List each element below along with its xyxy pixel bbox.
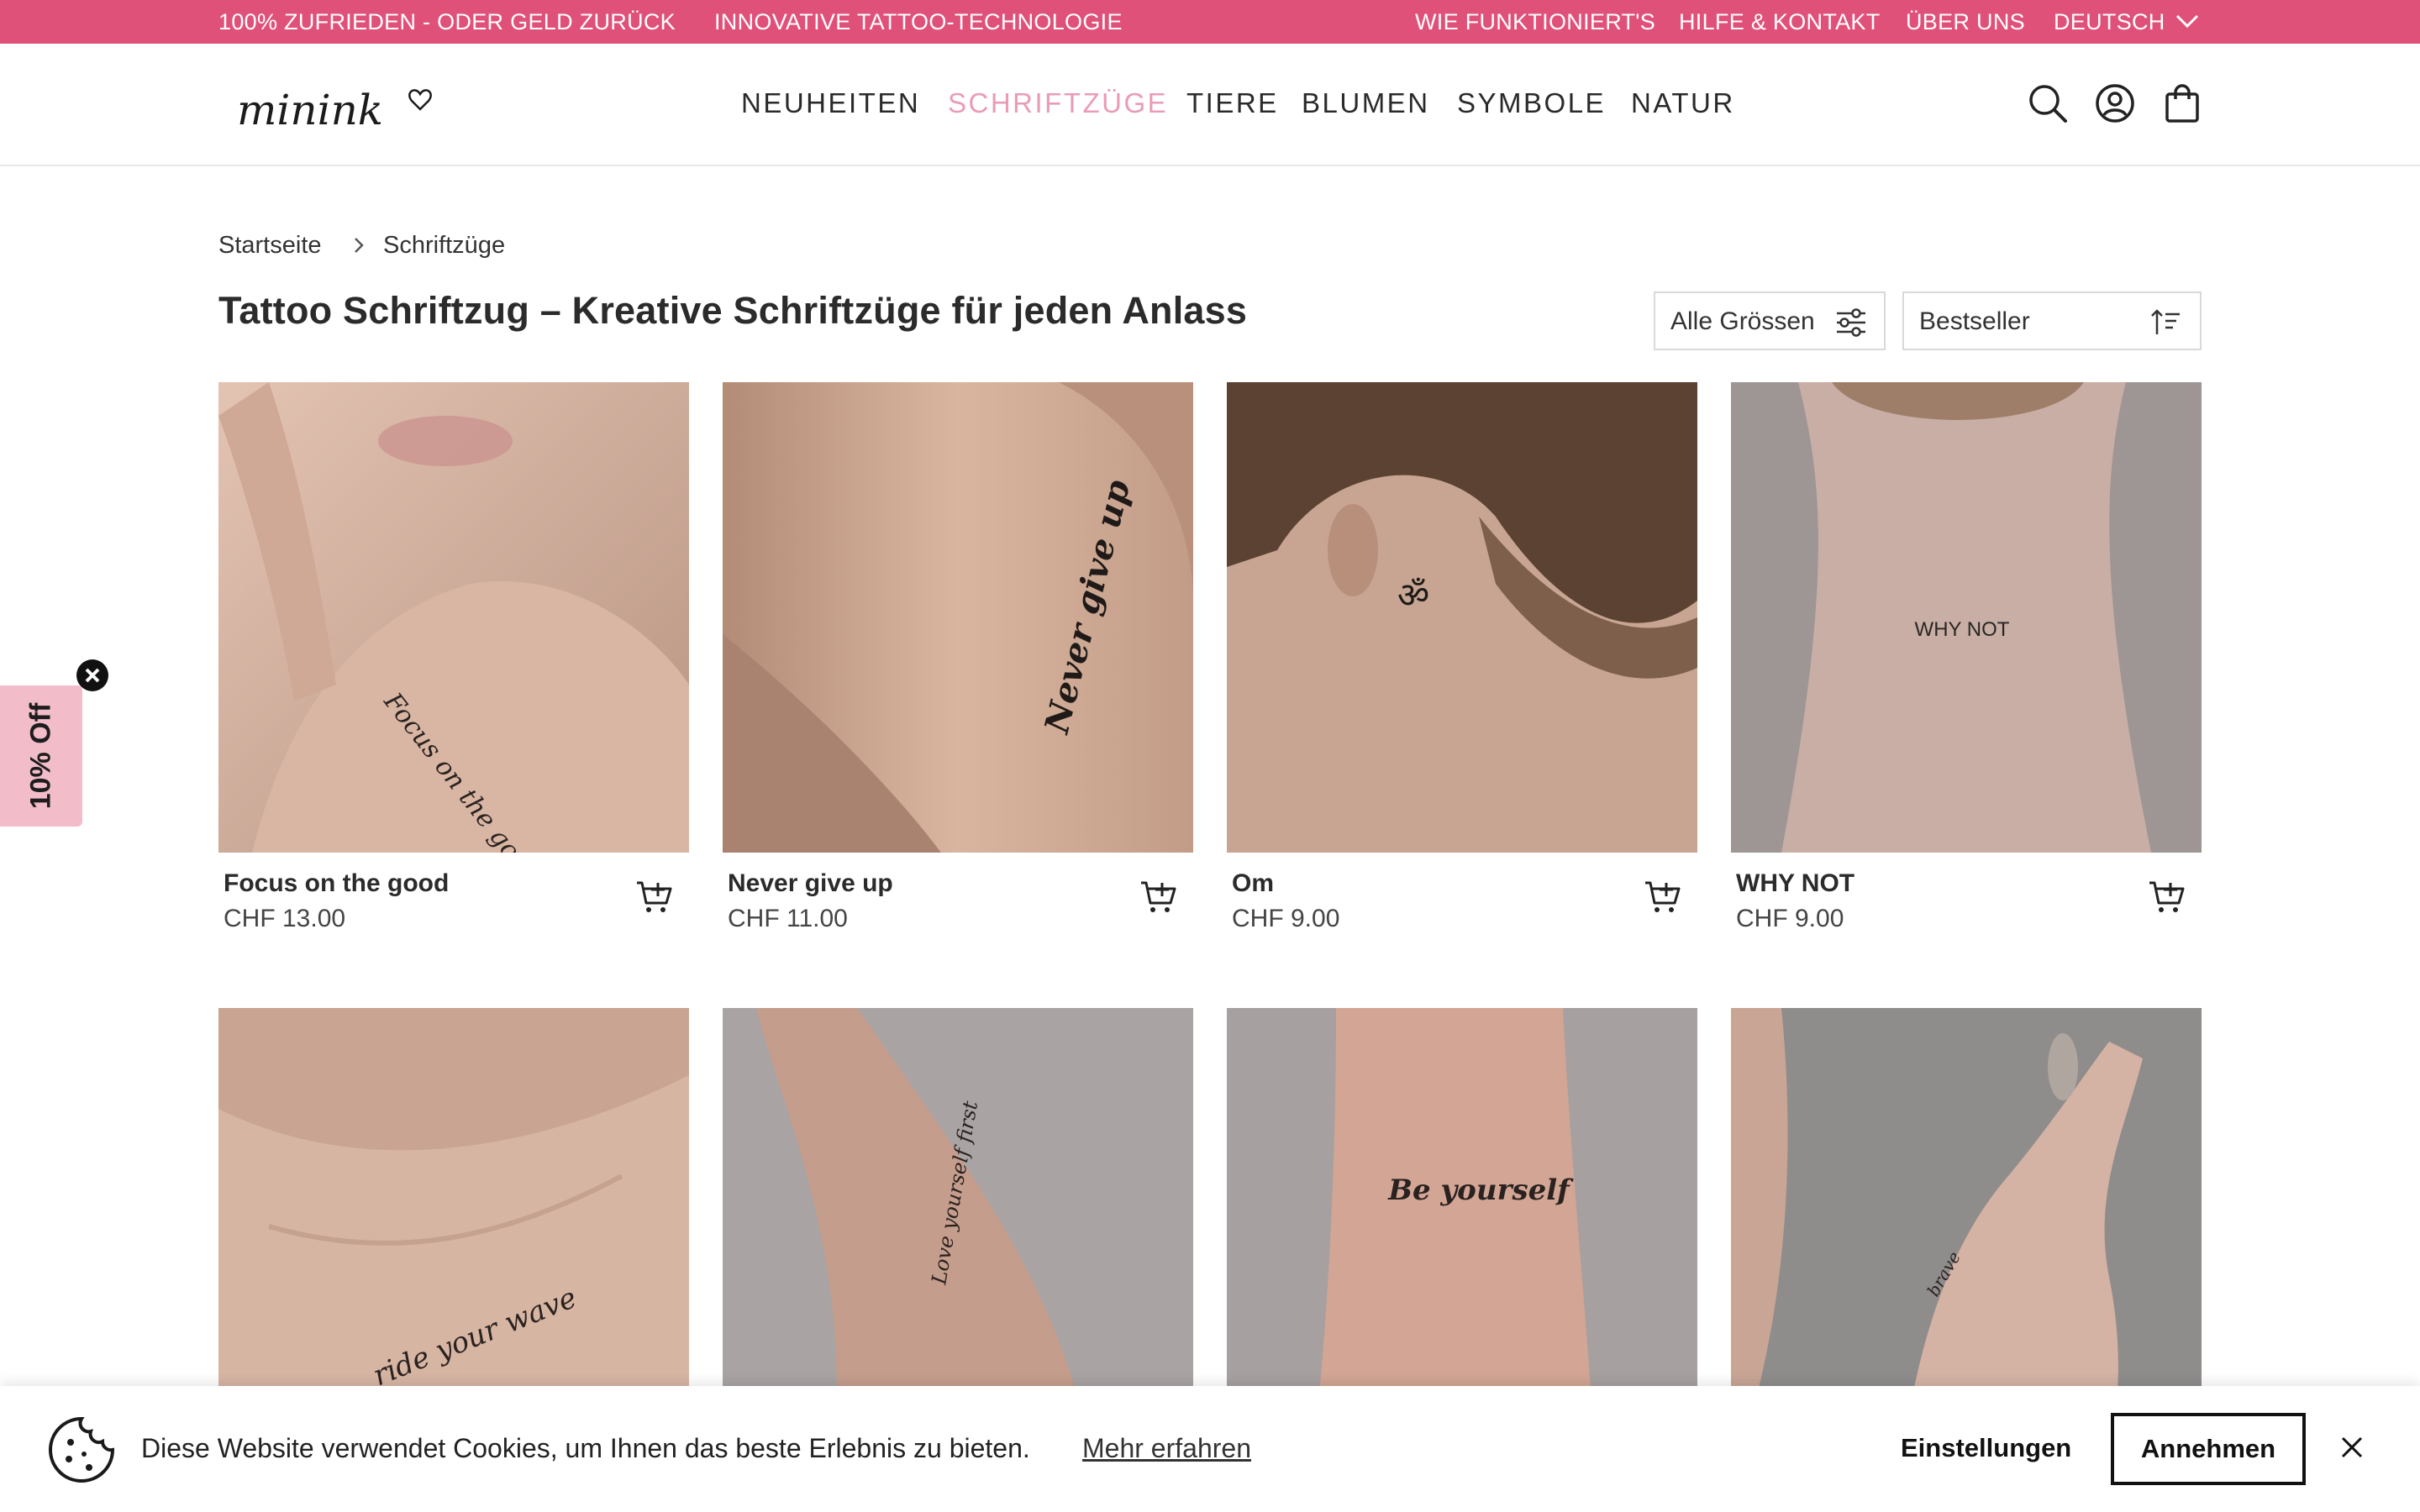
nav-symbole[interactable]: SYMBOLE (1457, 87, 1606, 119)
link-about-us[interactable]: ÜBER UNS (1906, 9, 2025, 35)
link-how-it-works[interactable]: WIE FUNKTIONIERT'S (1415, 9, 1655, 35)
chevron-right-icon (355, 238, 364, 253)
account-icon[interactable] (2094, 82, 2136, 124)
product-price: CHF 9.00 (1232, 905, 1340, 932)
breadcrumb-home[interactable]: Startseite (218, 232, 322, 260)
close-icon[interactable] (76, 659, 109, 692)
add-to-cart-icon[interactable] (2148, 878, 2186, 916)
logo-wordmark: minink (237, 86, 383, 134)
product-price: CHF 11.00 (728, 905, 848, 932)
discount-label: 10% Off (24, 702, 57, 810)
product-name[interactable]: WHY NOT (1736, 869, 1854, 898)
announcement-guarantee: 100% ZUFRIEDEN - ODER GELD ZURÜCK (218, 9, 676, 34)
tattoo-text: ॐ (1397, 575, 1429, 616)
filter-sliders-icon (1837, 308, 1865, 337)
discount-tab[interactable]: 10% Off (0, 685, 82, 827)
cookie-accept-button[interactable]: Annehmen (2111, 1413, 2306, 1485)
nav-natur[interactable]: NATUR (1631, 87, 1735, 119)
nav-tiere[interactable]: TIERE (1186, 87, 1279, 119)
minink-logo[interactable]: minink (234, 76, 444, 143)
add-to-cart-icon[interactable] (1139, 878, 1178, 916)
add-to-cart-icon[interactable] (635, 878, 674, 916)
search-icon[interactable] (2027, 82, 2069, 124)
chevron-down-icon[interactable] (2175, 10, 2200, 32)
cookie-icon (49, 1416, 115, 1483)
sort-select-label: Bestseller (1919, 307, 2030, 335)
announcement-technology: INNOVATIVE TATTOO-TECHNOLOGIE (714, 9, 1123, 34)
sort-select[interactable]: Bestseller (1902, 291, 2202, 350)
product-name[interactable]: Focus on the good (224, 869, 449, 898)
size-filter-label: Alle Grössen (1670, 307, 1815, 335)
size-filter[interactable]: Alle Grössen (1654, 291, 1886, 350)
product-price: CHF 13.00 (224, 905, 346, 932)
site-header: minink NEUHEITEN SCHRIFTZÜGE TIERE BLUME… (0, 44, 2420, 166)
language-selector[interactable]: DEUTSCH (2054, 9, 2165, 35)
link-help-contact[interactable]: HILFE & KONTAKT (1679, 9, 1881, 35)
announcement-bar: 100% ZUFRIEDEN - ODER GELD ZURÜCK INNOVA… (0, 0, 2420, 44)
product-image[interactable]: Never give up (723, 382, 1193, 853)
product-image[interactable]: Focus on the good (218, 382, 689, 853)
product-image[interactable]: ॐ (1227, 382, 1697, 853)
product-image[interactable]: WHY NOT (1731, 382, 2202, 853)
cookie-settings-button[interactable]: Einstellungen (1901, 1433, 2071, 1463)
breadcrumb-current: Schriftzüge (383, 232, 506, 259)
shopping-bag-icon[interactable] (2161, 82, 2203, 124)
add-to-cart-icon[interactable] (1644, 878, 1682, 916)
sort-icon (2151, 309, 2180, 334)
cookie-banner: Diese Website verwendet Cookies, um Ihne… (0, 1386, 2420, 1512)
product-price: CHF 9.00 (1736, 905, 1844, 932)
page-title: Tattoo Schriftzug – Kreative Schriftzüge… (218, 289, 1248, 332)
nav-schriftzuege[interactable]: SCHRIFTZÜGE (948, 87, 1168, 119)
cookie-learn-more-link[interactable]: Mehr erfahren (1082, 1433, 1251, 1464)
tattoo-text: Be yourself (1387, 1173, 1574, 1207)
close-icon[interactable] (2339, 1435, 2365, 1460)
product-name[interactable]: Never give up (728, 869, 893, 898)
nav-blumen[interactable]: BLUMEN (1302, 87, 1430, 119)
product-name[interactable]: Om (1232, 869, 1274, 898)
nav-neuheiten[interactable]: NEUHEITEN (741, 87, 920, 119)
tattoo-text: WHY NOT (1915, 618, 2010, 641)
cookie-message: Diese Website verwendet Cookies, um Ihne… (141, 1433, 1030, 1463)
